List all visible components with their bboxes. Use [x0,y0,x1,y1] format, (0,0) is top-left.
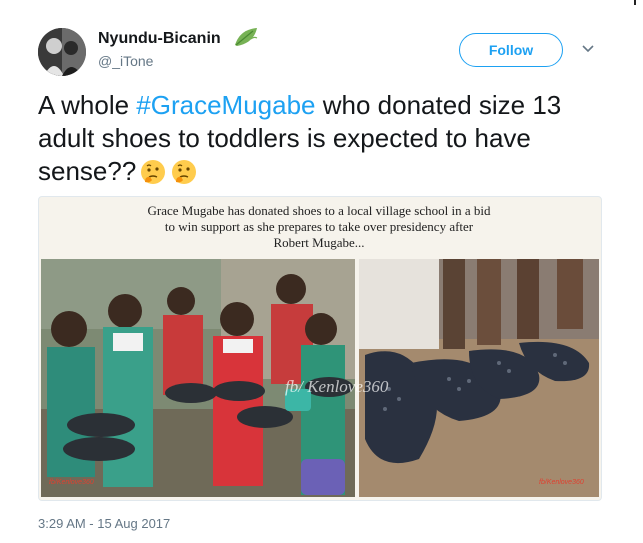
image-watermark: fb/ Kenlove360 [285,377,389,396]
media-caption: Grace Mugabe has donated shoes to a loca… [39,203,599,251]
display-name[interactable]: Nyundu-Bicanin [98,30,221,48]
tweet-card: Nyundu-Bicanin @_iTone Follow A whole #G… [0,0,643,543]
tweet-media[interactable]: Grace Mugabe has donated shoes to a loca… [38,196,602,501]
leaf-icon [235,28,258,46]
photo-shoes-closeup [359,259,599,497]
tweet-text: A whole #GraceMugabe who donated size 13… [38,89,608,188]
hashtag-link[interactable]: #GraceMugabe [136,90,315,120]
image-stamp: fb/Kenlove360 [49,479,94,486]
tweet-text-start: A whole [38,90,137,120]
tweet-timestamp[interactable]: 3:29 AM - 15 Aug 2017 [38,516,170,531]
edge-mark [634,0,636,5]
chevron-down-icon[interactable] [581,43,595,55]
user-handle[interactable]: @_iTone [98,53,153,69]
image-stamp: fb/Kenlove360 [539,479,584,486]
thinking-face-icon [172,160,197,184]
follow-button[interactable]: Follow [459,33,563,67]
caption-line: Robert Mugabe... [273,235,365,250]
caption-line: Grace Mugabe has donated shoes to a loca… [147,203,491,218]
caption-line: to win support as she prepares to take o… [164,219,474,234]
avatar[interactable] [38,28,86,76]
thinking-face-icon [141,160,166,184]
